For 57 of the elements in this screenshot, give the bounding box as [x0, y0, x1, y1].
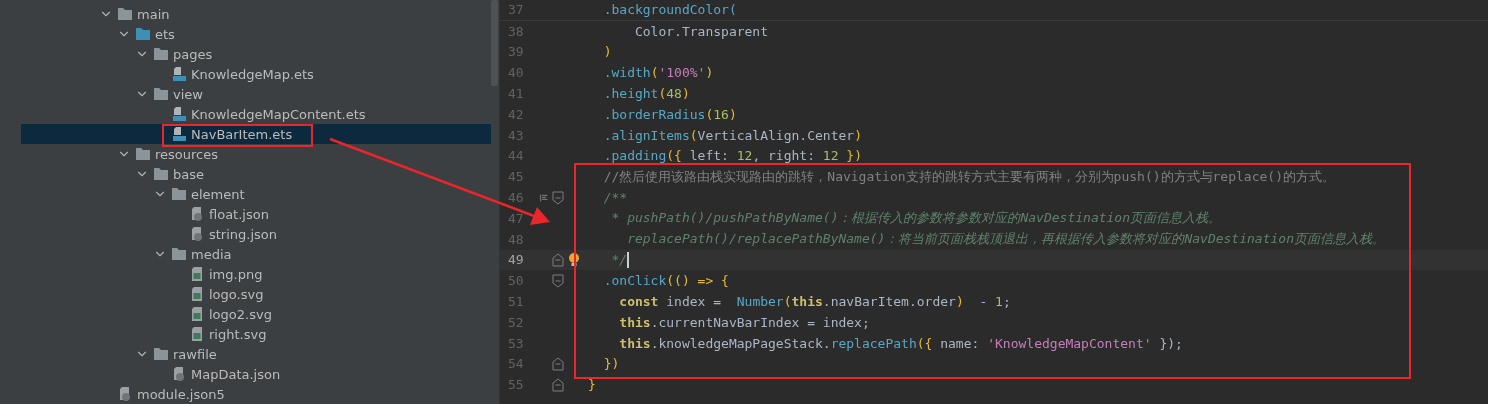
code-line: 45 //然后使用该路由栈实现路由的跳转，Navigation支持的跳转方式主要有两种，分别为push()的方式与replace()的方式。 — [500, 166, 1488, 188]
code-line: 54 }) — [500, 353, 1488, 375]
code-line: 39 ) — [500, 41, 1488, 63]
line-number: 48 — [507, 231, 525, 247]
line-number: 54 — [507, 356, 525, 372]
line-number: 46 — [507, 190, 525, 206]
code-line: 50 .onClick(() => { — [500, 270, 1488, 292]
tree-item[interactable]: string.json — [21, 224, 491, 244]
line-number: 49 — [507, 252, 525, 268]
tree-item[interactable]: main — [21, 4, 491, 24]
code-line: 40 .width('100%') — [500, 62, 1488, 84]
code-line: 51 const index = Number(this.navBarItem.order) - 1; — [500, 291, 1488, 312]
line-number: 43 — [507, 127, 525, 143]
line-number: 52 — [507, 314, 525, 330]
tree-item[interactable]: base — [21, 164, 491, 184]
tree-item[interactable]: logo.svg — [21, 284, 491, 304]
line-number: 51 — [507, 294, 525, 310]
code-line: 48 replacePath()/replacePathByName()：将当前页面栈栈顶退出，再根据传入参数将对应的NavDestination页面信息入栈。 — [500, 228, 1488, 250]
code-line: 47 * pushPath()/pushPathByName()：根据传入的参数将参数对应的NavDestination页面信息入栈。 — [500, 207, 1488, 229]
tree-item[interactable]: right.svg — [21, 324, 491, 344]
code-line: 41 .height(48) — [500, 83, 1488, 104]
code-line: 46 /** — [500, 187, 1488, 208]
tree-item[interactable]: pages — [21, 44, 491, 64]
code-line: 38 Color.Transparent — [500, 20, 1488, 42]
line-number: 53 — [507, 335, 525, 351]
line-number: 55 — [507, 377, 525, 393]
tree-item[interactable]: logo2.svg — [21, 304, 491, 324]
tree-item[interactable]: float.json — [21, 204, 491, 224]
tree-item[interactable]: KnowledgeMap.ets — [21, 64, 491, 84]
code-line: 52 this.currentNavBarIndex = index; — [500, 311, 1488, 333]
line-number: 45 — [507, 169, 525, 185]
tree-item[interactable]: img.png — [21, 264, 491, 284]
code-line: 37 .backgroundColor( — [500, 0, 1488, 21]
line-number: 38 — [507, 23, 525, 39]
code-line: 42 .borderRadius(16) — [500, 104, 1488, 125]
tree-item[interactable]: rawfile — [21, 344, 491, 364]
code-line: 53 this.knowledgeMapPageStack.replacePath({ name: 'KnowledgeMapContent' }); — [500, 332, 1488, 354]
line-number: 50 — [507, 273, 525, 289]
tree-item[interactable]: element — [21, 184, 491, 204]
line-number: 41 — [507, 86, 525, 102]
code-line: 43 .alignItems(VerticalAlign.Center) — [500, 124, 1488, 146]
tree-item[interactable]: KnowledgeMapContent.ets — [21, 104, 491, 124]
line-number: 40 — [507, 65, 525, 81]
line-number: 42 — [507, 106, 525, 122]
line-number: 39 — [507, 44, 525, 60]
line-number: 47 — [507, 210, 525, 226]
line-number: 37 — [507, 2, 525, 18]
code-line: 55 } — [500, 374, 1488, 396]
tree-item[interactable]: media — [21, 244, 491, 264]
code-line: 44 .padding({ left: 12, right: 12 }) — [500, 145, 1488, 167]
tree-item[interactable]: NavBarItem.ets — [21, 124, 491, 144]
tree-item[interactable]: MapData.json — [21, 364, 491, 384]
tree-item[interactable]: module.json5 — [21, 384, 491, 404]
tree-item[interactable]: ets — [21, 24, 491, 44]
tree-item[interactable]: view — [21, 84, 491, 104]
tree-item[interactable]: resources — [21, 144, 491, 164]
line-number: 44 — [507, 148, 525, 164]
